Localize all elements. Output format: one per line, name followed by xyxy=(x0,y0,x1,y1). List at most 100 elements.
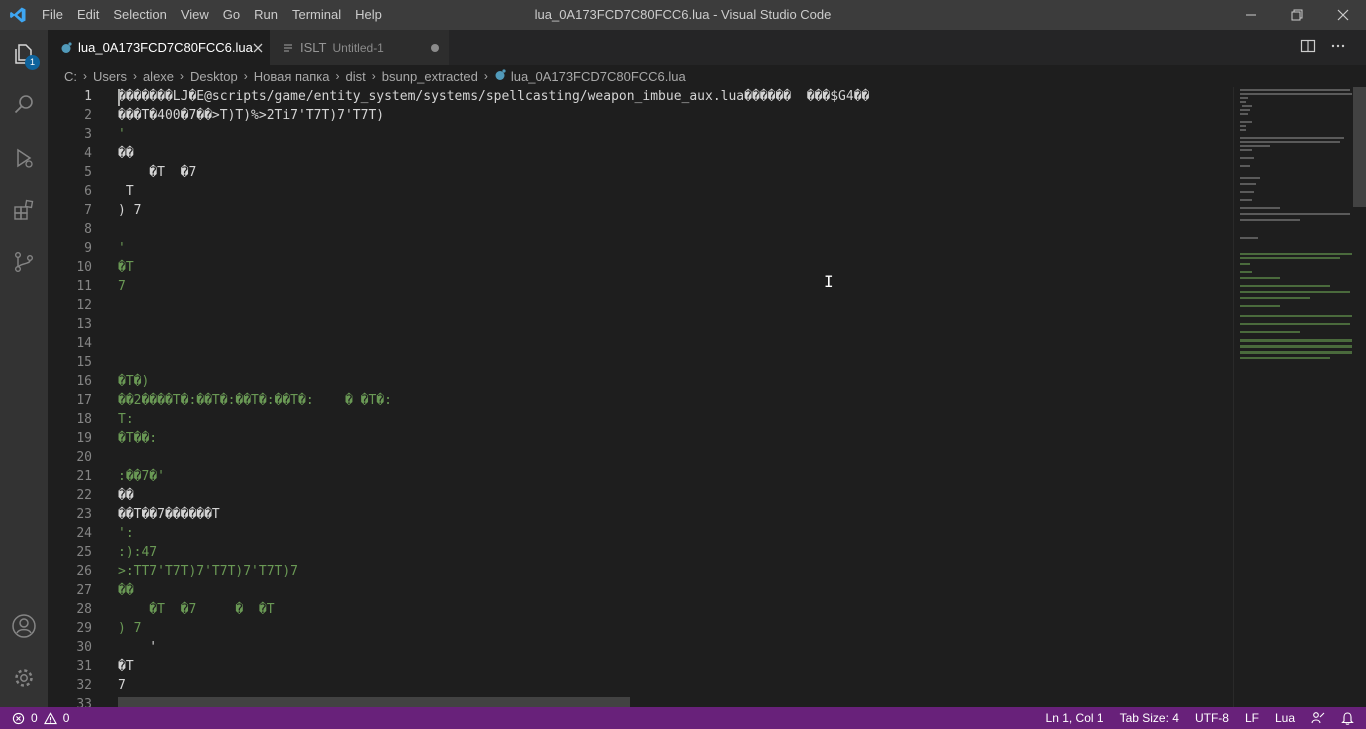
breadcrumb-item[interactable]: bsunp_extracted xyxy=(382,69,478,84)
explorer-button[interactable]: 1 xyxy=(0,30,48,78)
indentation[interactable]: Tab Size: 4 xyxy=(1112,711,1187,725)
line-number: 6 xyxy=(52,182,92,201)
code-line[interactable]: >:TT7'T7… xyxy=(118,562,298,581)
line-number: 13 xyxy=(52,315,92,334)
account-icon xyxy=(11,613,37,639)
breadcrumb-file[interactable]: lua_0A173FCD7C80FCC6.lua xyxy=(494,69,686,84)
problems-indicator[interactable]: 0 0 xyxy=(0,711,69,725)
breadcrumb-item[interactable]: dist xyxy=(346,69,366,84)
notifications-button[interactable] xyxy=(1333,711,1366,725)
line-number: 12 xyxy=(52,296,92,315)
code-line[interactable]: T: xyxy=(118,410,134,429)
warning-icon xyxy=(44,712,57,725)
code-line[interactable]: ' xyxy=(118,125,126,144)
search-view-button[interactable] xyxy=(0,80,48,128)
ellipsis-icon xyxy=(1330,38,1346,54)
breadcrumb-item[interactable]: Новая папка xyxy=(254,69,330,84)
chevron-right-icon: › xyxy=(336,69,340,83)
code-line[interactable]: ��2����T�:��T�:��T�:… xyxy=(118,391,392,410)
chevron-right-icon: › xyxy=(372,69,376,83)
code-line[interactable]: �T xyxy=(118,657,134,676)
mouse-ibeam-icon: I xyxy=(824,272,834,291)
encoding[interactable]: UTF-8 xyxy=(1187,711,1237,725)
line-number: 4 xyxy=(52,144,92,163)
menu-item-go[interactable]: Go xyxy=(216,0,247,30)
code-editor[interactable]: 1 2 3 4 5 6 7 8 9 10 11 12 13 14 15 16 17 18 19 20 21 22 23 24 2… xyxy=(48,87,1233,707)
menu-item-run[interactable]: Run xyxy=(247,0,285,30)
feedback-button[interactable] xyxy=(1303,711,1333,725)
run-debug-button[interactable] xyxy=(0,134,48,182)
menu-item-help[interactable]: Help xyxy=(348,0,389,30)
code-line[interactable]: ) 7 xyxy=(118,619,141,638)
code-line[interactable]: ) 7 xyxy=(118,201,141,220)
code-line[interactable]: ��T��7������T xyxy=(118,505,220,524)
gear-icon xyxy=(12,666,36,690)
code-line[interactable]: :):47 xyxy=(118,543,157,562)
vertical-scrollbar[interactable] xyxy=(1353,87,1366,707)
line-number: 16 xyxy=(52,372,92,391)
menu-item-edit[interactable]: Edit xyxy=(70,0,106,30)
extensions-button[interactable] xyxy=(0,186,48,234)
lua-file-icon xyxy=(60,42,72,54)
code-line[interactable]: �T �7 xyxy=(118,163,196,182)
menu-item-view[interactable]: View xyxy=(174,0,216,30)
code-line[interactable]: �� xyxy=(118,486,134,505)
restore-button[interactable] xyxy=(1274,0,1320,30)
menu-item-file[interactable]: File xyxy=(35,0,70,30)
breadcrumb-item[interactable]: Users xyxy=(93,69,127,84)
code-line[interactable]: ' xyxy=(118,638,157,657)
code-line[interactable]: 7 xyxy=(118,676,126,695)
tab-untitled[interactable]: ISLT Untitled-1 xyxy=(270,30,450,65)
line-number: 24 xyxy=(52,524,92,543)
code-line[interactable]: 7 xyxy=(118,277,126,296)
minimap[interactable] xyxy=(1233,87,1353,707)
line-number: 25 xyxy=(52,543,92,562)
menu-bar: File Edit Selection View Go Run Terminal Help xyxy=(35,0,389,30)
breadcrumb-item[interactable]: alexe xyxy=(143,69,174,84)
accounts-button[interactable] xyxy=(0,602,48,650)
breadcrumb-item[interactable]: Desktop xyxy=(190,69,238,84)
language-mode[interactable]: Lua xyxy=(1267,711,1303,725)
code-line[interactable]: �T�) xyxy=(118,372,149,391)
code-line[interactable]: �� xyxy=(118,581,134,600)
code-line[interactable]: :��7�' xyxy=(118,467,165,486)
source-control-button[interactable] xyxy=(0,238,48,286)
line-number: 26 xyxy=(52,562,92,581)
code-line[interactable]: �� xyxy=(118,144,134,163)
line-number: 14 xyxy=(52,334,92,353)
code-line[interactable]: ' xyxy=(118,239,126,258)
editor-actions xyxy=(1300,30,1366,65)
code-line[interactable]: �T��: xyxy=(118,429,157,448)
line-number: 32 xyxy=(52,676,92,695)
menu-item-terminal[interactable]: Terminal xyxy=(285,0,348,30)
code-line[interactable]:  T xyxy=(118,182,134,201)
code-line[interactable]: �T �7   � �T xyxy=(118,600,275,619)
line-number: 7 xyxy=(52,201,92,220)
split-editor-button[interactable] xyxy=(1300,38,1316,58)
vscode-logo-icon xyxy=(0,0,35,30)
code-area[interactable]: �������LJ�E@scripts/game/entity_system… xyxy=(118,87,1233,707)
close-window-button[interactable] xyxy=(1320,0,1366,30)
line-number: 1 xyxy=(52,87,92,106)
code-line[interactable]: ': xyxy=(118,524,134,543)
vertical-scroll-thumb[interactable] xyxy=(1353,87,1366,207)
menu-item-selection[interactable]: Selection xyxy=(106,0,173,30)
more-actions-button[interactable] xyxy=(1330,38,1346,58)
line-number: 9 xyxy=(52,239,92,258)
code-line[interactable]: �T xyxy=(118,258,134,277)
line-number: 20 xyxy=(52,448,92,467)
chevron-right-icon: › xyxy=(484,69,488,83)
horizontal-scrollbar[interactable] xyxy=(118,697,630,707)
close-tab-button[interactable] xyxy=(253,40,263,56)
code-line[interactable]: ���T�400�7��>T)T)%>… xyxy=(118,106,384,125)
cursor-position[interactable]: Ln 1, Col 1 xyxy=(1038,711,1112,725)
tab-lua-file[interactable]: lua_0A173FCD7C80FCC6.lua xyxy=(48,30,270,65)
end-of-line[interactable]: LF xyxy=(1237,711,1267,725)
code-line[interactable]: �������LJ�E@scripts/game/entity_system… xyxy=(118,87,869,106)
minimize-button[interactable] xyxy=(1228,0,1274,30)
breadcrumb-drive[interactable]: C: xyxy=(64,69,77,84)
error-count: 0 xyxy=(31,711,38,725)
line-number: 22 xyxy=(52,486,92,505)
unsaved-dot-icon[interactable] xyxy=(431,44,439,52)
manage-button[interactable] xyxy=(0,654,48,702)
